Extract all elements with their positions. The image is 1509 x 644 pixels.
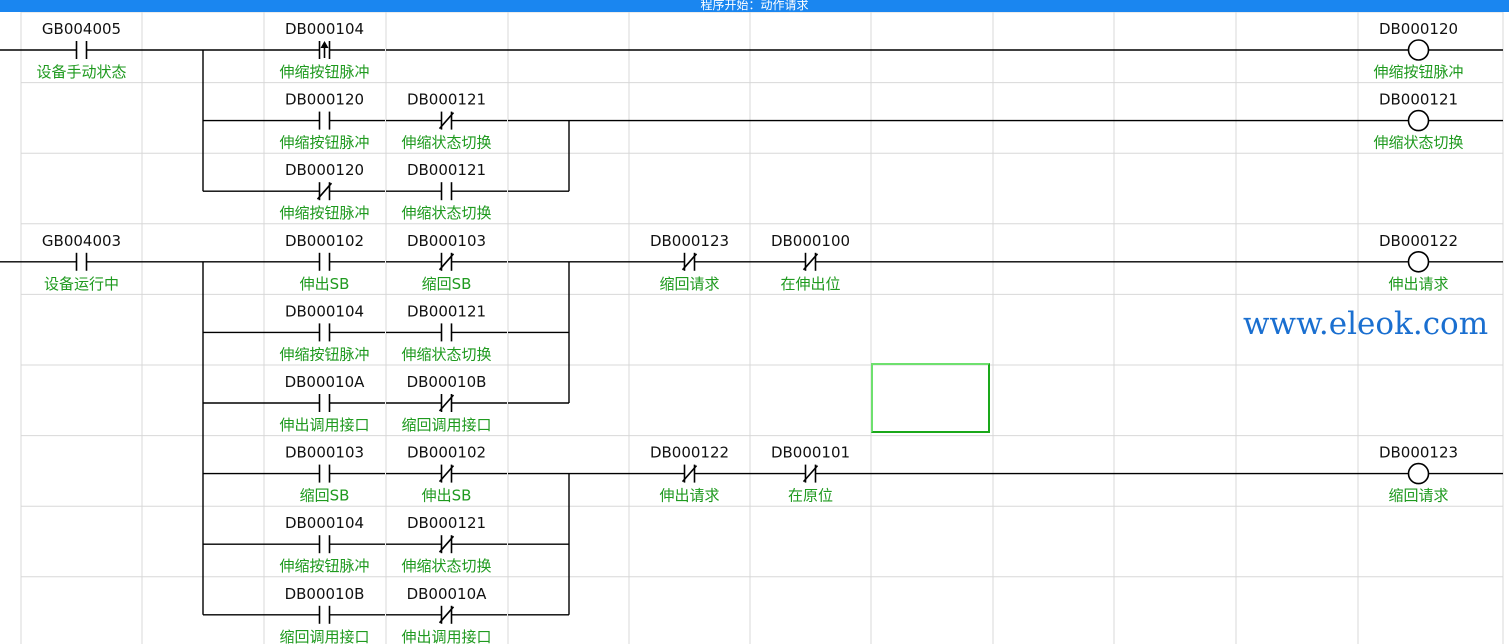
coil-comment: 伸缩状态切换 bbox=[1373, 134, 1463, 152]
coil-circle bbox=[1407, 250, 1430, 273]
contact-comment: 伸缩状态切换 bbox=[401, 345, 491, 363]
contact-comment: 缩回调用接口 bbox=[401, 416, 491, 434]
contact-comment: 设备手动状态 bbox=[36, 63, 126, 81]
contact-address: DB000121 bbox=[407, 514, 486, 532]
contact-comment: 缩回SB bbox=[422, 275, 472, 293]
contact-DB000121[interactable]: DB000121 伸缩状态切换 bbox=[386, 91, 507, 152]
contact-DB000120[interactable]: DB000120 伸缩按钮脉冲 bbox=[264, 91, 385, 152]
contact-address: DB000121 bbox=[407, 91, 486, 109]
contact-address: DB00010A bbox=[285, 373, 366, 391]
coil-address: DB000121 bbox=[1379, 91, 1458, 109]
contact-comment: 伸出SB bbox=[422, 487, 472, 505]
contact-DB000104[interactable]: DB000104 伸缩按钮脉冲 bbox=[264, 302, 385, 363]
contact-address: DB000123 bbox=[650, 232, 729, 250]
contact-DB000101[interactable]: DB000101 在原位 bbox=[750, 444, 871, 505]
coil-circle bbox=[1407, 109, 1430, 132]
contact-pulse-arrow bbox=[320, 41, 329, 48]
contact-GB004005[interactable]: GB004005 设备手动状态 bbox=[21, 20, 142, 81]
contact-comment: 伸缩状态切换 bbox=[401, 134, 491, 152]
contact-comment: 伸缩按钮脉冲 bbox=[279, 345, 369, 363]
contact-DB000121[interactable]: DB000121 伸缩状态切换 bbox=[386, 161, 507, 222]
contact-address: DB000122 bbox=[650, 444, 729, 462]
contact-DB000102[interactable]: DB000102 伸出SB bbox=[386, 444, 507, 505]
contact-comment: 设备运行中 bbox=[44, 275, 119, 293]
contact-comment: 缩回请求 bbox=[659, 275, 719, 293]
contact-address: DB000103 bbox=[285, 444, 364, 462]
contact-DB000102[interactable]: DB000102 伸出SB bbox=[264, 232, 385, 293]
contact-comment: 伸出调用接口 bbox=[279, 416, 369, 434]
contact-DB000122[interactable]: DB000122 伸出请求 bbox=[629, 444, 750, 505]
coil-DB000121[interactable]: DB000121 伸缩状态切换 bbox=[1358, 91, 1503, 152]
contact-comment: 在伸出位 bbox=[780, 275, 840, 293]
contact-address: DB000101 bbox=[771, 444, 850, 462]
contact-comment: 伸缩状态切换 bbox=[401, 557, 491, 575]
program-header: 程序开始：动作请求 bbox=[0, 0, 1509, 12]
coil-address: DB000120 bbox=[1379, 20, 1458, 38]
contact-comment: 缩回调用接口 bbox=[279, 628, 369, 644]
watermark: www.eleok.com bbox=[1243, 306, 1489, 342]
contact-DB00010B[interactable]: DB00010B 缩回调用接口 bbox=[264, 585, 385, 644]
contact-comment: 伸出SB bbox=[300, 275, 350, 293]
contact-DB000121[interactable]: DB000121 伸缩状态切换 bbox=[386, 514, 507, 575]
coil-comment: 伸缩按钮脉冲 bbox=[1373, 63, 1463, 81]
contact-comment: 伸缩按钮脉冲 bbox=[279, 134, 369, 152]
coil-comment: 伸出请求 bbox=[1388, 275, 1448, 293]
program-title: 程序开始：动作请求 bbox=[700, 0, 809, 12]
selected-cell-cursor[interactable] bbox=[871, 363, 990, 433]
contact-address: DB000121 bbox=[407, 302, 486, 320]
contact-address: DB000100 bbox=[771, 232, 850, 250]
coil-circle bbox=[1407, 39, 1430, 61]
contact-comment: 伸出请求 bbox=[659, 487, 719, 505]
contact-comment: 伸缩按钮脉冲 bbox=[279, 204, 369, 222]
coil-DB000120[interactable]: DB000120 伸缩按钮脉冲 bbox=[1358, 20, 1503, 81]
contact-address: DB00010B bbox=[285, 585, 365, 603]
contact-DB000121[interactable]: DB000121 伸缩状态切换 bbox=[386, 302, 507, 363]
contact-DB000123[interactable]: DB000123 缩回请求 bbox=[629, 232, 750, 293]
contact-address: DB000102 bbox=[285, 232, 364, 250]
contact-DB000104[interactable]: DB000104 伸缩按钮脉冲 bbox=[264, 20, 385, 81]
contact-address: GB004003 bbox=[42, 232, 121, 250]
contact-DB000100[interactable]: DB000100 在伸出位 bbox=[750, 232, 871, 293]
contact-DB00010A[interactable]: DB00010A 伸出调用接口 bbox=[386, 585, 507, 644]
coil-address: DB000123 bbox=[1379, 444, 1458, 462]
contact-comment: 伸缩状态切换 bbox=[401, 204, 491, 222]
contact-address: DB000120 bbox=[285, 91, 364, 109]
coil-comment: 缩回请求 bbox=[1388, 487, 1448, 505]
contact-comment: 伸缩按钮脉冲 bbox=[279, 63, 369, 81]
contact-DB00010A[interactable]: DB00010A 伸出调用接口 bbox=[264, 373, 385, 434]
contact-address: DB00010B bbox=[407, 373, 487, 391]
contact-address: DB000104 bbox=[285, 514, 364, 532]
contact-DB00010B[interactable]: DB00010B 缩回调用接口 bbox=[386, 373, 507, 434]
contact-comment: 在原位 bbox=[788, 487, 833, 505]
contact-address: DB000121 bbox=[407, 161, 486, 179]
contact-comment: 伸出调用接口 bbox=[401, 628, 491, 644]
contact-comment: 伸缩按钮脉冲 bbox=[279, 557, 369, 575]
coil-DB000122[interactable]: DB000122 伸出请求 bbox=[1358, 232, 1503, 293]
contact-DB000103[interactable]: DB000103 缩回SB bbox=[386, 232, 507, 293]
contact-address: DB00010A bbox=[407, 585, 488, 603]
contact-address: DB000104 bbox=[285, 20, 364, 38]
contact-address: DB000102 bbox=[407, 444, 486, 462]
contact-address: GB004005 bbox=[42, 20, 121, 38]
contact-GB004003[interactable]: GB004003 设备运行中 bbox=[21, 232, 142, 293]
coil-circle bbox=[1407, 462, 1430, 485]
contact-address: DB000120 bbox=[285, 161, 364, 179]
contact-DB000103[interactable]: DB000103 缩回SB bbox=[264, 444, 385, 505]
contact-address: DB000104 bbox=[285, 302, 364, 320]
contact-DB000104[interactable]: DB000104 伸缩按钮脉冲 bbox=[264, 514, 385, 575]
coil-DB000123[interactable]: DB000123 缩回请求 bbox=[1358, 444, 1503, 505]
coil-address: DB000122 bbox=[1379, 232, 1458, 250]
contact-address: DB000103 bbox=[407, 232, 486, 250]
contact-DB000120[interactable]: DB000120 伸缩按钮脉冲 bbox=[264, 161, 385, 222]
contact-comment: 缩回SB bbox=[300, 487, 350, 505]
